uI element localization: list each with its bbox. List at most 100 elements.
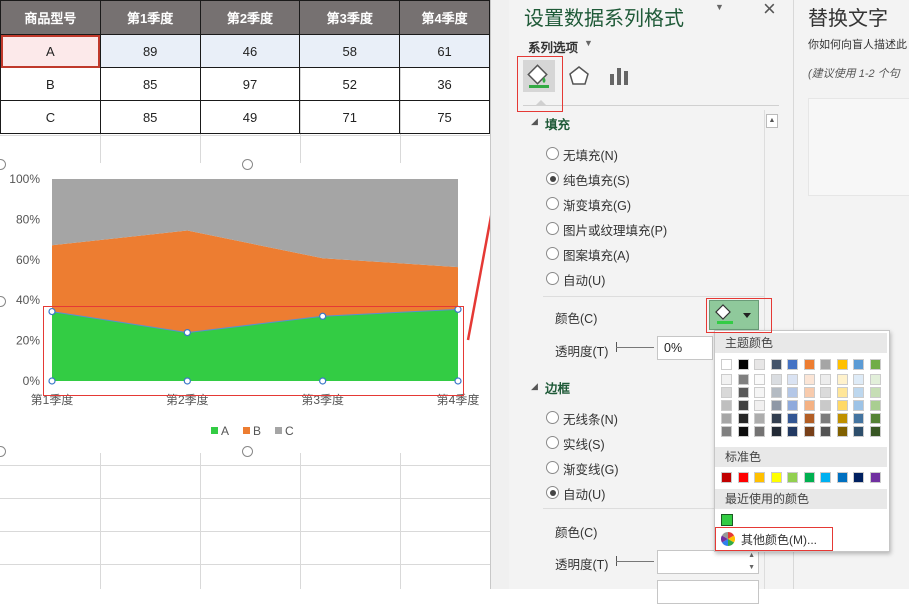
- radio-picture-fill[interactable]: [546, 222, 559, 235]
- close-icon[interactable]: ×: [763, 0, 776, 22]
- radio-solid-fill[interactable]: [546, 172, 559, 185]
- spinner-down-icon[interactable]: ▼: [748, 557, 755, 579]
- standard-color-swatch[interactable]: [820, 472, 831, 483]
- theme-color-swatch[interactable]: [770, 359, 782, 370]
- standard-color-swatch[interactable]: [721, 472, 732, 483]
- recent-color-swatch[interactable]: [721, 514, 733, 526]
- theme-color-swatch[interactable]: [869, 374, 881, 385]
- theme-color-swatch[interactable]: [836, 400, 848, 411]
- bar-chart-options-icon[interactable]: [607, 64, 631, 88]
- radio-automatic-fill[interactable]: [546, 272, 559, 285]
- theme-color-swatch[interactable]: [853, 426, 864, 437]
- theme-color-swatch[interactable]: [754, 413, 765, 424]
- theme-color-swatch[interactable]: [770, 400, 782, 411]
- option-automatic-fill[interactable]: 自动(U): [563, 270, 605, 289]
- standard-color-swatch[interactable]: [803, 472, 815, 483]
- theme-color-swatch[interactable]: [803, 387, 815, 398]
- theme-color-swatch[interactable]: [820, 413, 831, 424]
- theme-color-swatch[interactable]: [836, 426, 848, 437]
- transparency-slider[interactable]: [616, 347, 654, 348]
- theme-color-swatch[interactable]: [721, 359, 732, 370]
- standard-color-swatch[interactable]: [836, 472, 848, 483]
- theme-color-swatch[interactable]: [853, 374, 864, 385]
- theme-color-swatch[interactable]: [836, 359, 848, 370]
- theme-color-swatch[interactable]: [787, 413, 798, 424]
- theme-color-swatch[interactable]: [853, 359, 864, 370]
- theme-color-swatch[interactable]: [820, 387, 831, 398]
- option-solid-fill[interactable]: 纯色填充(S): [563, 170, 630, 189]
- collapse-triangle-icon[interactable]: ◢: [531, 381, 538, 392]
- radio-no-line[interactable]: [546, 411, 559, 424]
- chevron-down-icon[interactable]: ▼: [584, 38, 593, 48]
- pentagon-effects-icon[interactable]: [567, 64, 591, 88]
- option-gradient-line[interactable]: 渐变线(G): [563, 459, 619, 478]
- theme-color-swatch[interactable]: [770, 387, 782, 398]
- standard-color-swatch[interactable]: [787, 472, 798, 483]
- standard-color-swatch[interactable]: [754, 472, 765, 483]
- theme-color-swatch[interactable]: [853, 413, 864, 424]
- theme-color-swatch[interactable]: [820, 359, 831, 370]
- theme-color-swatch[interactable]: [869, 359, 881, 370]
- theme-color-swatch[interactable]: [737, 359, 749, 370]
- theme-color-swatch[interactable]: [787, 359, 798, 370]
- theme-color-swatch[interactable]: [737, 400, 749, 411]
- theme-color-swatch[interactable]: [853, 387, 864, 398]
- theme-color-swatch[interactable]: [787, 426, 798, 437]
- theme-color-swatch[interactable]: [737, 387, 749, 398]
- border-section-header[interactable]: 边框: [545, 378, 570, 397]
- theme-color-swatch[interactable]: [721, 400, 732, 411]
- theme-color-swatch[interactable]: [820, 400, 831, 411]
- theme-color-swatch[interactable]: [721, 374, 732, 385]
- theme-color-swatch[interactable]: [754, 400, 765, 411]
- transparency-input[interactable]: 0%: [657, 336, 713, 360]
- theme-color-swatch[interactable]: [754, 374, 765, 385]
- option-solid-line[interactable]: 实线(S): [563, 434, 605, 453]
- radio-solid-line[interactable]: [546, 436, 559, 449]
- theme-color-swatch[interactable]: [869, 400, 881, 411]
- theme-color-swatch[interactable]: [820, 426, 831, 437]
- radio-pattern-fill[interactable]: [546, 247, 559, 260]
- theme-color-swatch[interactable]: [770, 426, 782, 437]
- option-picture-fill[interactable]: 图片或纹理填充(P): [563, 220, 667, 239]
- pane-options-dropdown-icon[interactable]: ▼: [715, 2, 724, 12]
- theme-color-swatch[interactable]: [737, 413, 749, 424]
- theme-color-swatch[interactable]: [820, 374, 831, 385]
- alt-text-input[interactable]: [808, 98, 909, 196]
- theme-color-swatch[interactable]: [803, 374, 815, 385]
- radio-gradient-line[interactable]: [546, 461, 559, 474]
- radio-no-fill[interactable]: [546, 147, 559, 160]
- standard-color-swatch[interactable]: [869, 472, 881, 483]
- theme-color-swatch[interactable]: [754, 387, 765, 398]
- option-automatic-line[interactable]: 自动(U): [563, 484, 605, 503]
- theme-color-swatch[interactable]: [721, 426, 732, 437]
- theme-color-swatch[interactable]: [737, 426, 749, 437]
- theme-color-swatch[interactable]: [754, 426, 765, 437]
- border-transparency-slider[interactable]: [616, 561, 654, 562]
- option-pattern-fill[interactable]: 图案填充(A): [563, 245, 630, 264]
- standard-color-swatch[interactable]: [737, 472, 749, 483]
- border-width-input[interactable]: [657, 580, 759, 604]
- theme-color-swatch[interactable]: [803, 413, 815, 424]
- theme-color-swatch[interactable]: [721, 387, 732, 398]
- theme-color-swatch[interactable]: [737, 374, 749, 385]
- standard-color-swatch[interactable]: [770, 472, 782, 483]
- option-no-line[interactable]: 无线条(N): [563, 409, 618, 428]
- collapse-triangle-icon[interactable]: ◢: [531, 116, 538, 127]
- radio-gradient-fill[interactable]: [546, 197, 559, 210]
- pane-splitter[interactable]: [490, 0, 510, 589]
- theme-color-swatch[interactable]: [803, 359, 815, 370]
- theme-color-swatch[interactable]: [836, 387, 848, 398]
- option-gradient-fill[interactable]: 渐变填充(G): [563, 195, 631, 214]
- theme-color-swatch[interactable]: [869, 413, 881, 424]
- theme-color-swatch[interactable]: [853, 400, 864, 411]
- theme-color-swatch[interactable]: [754, 359, 765, 370]
- theme-color-swatch[interactable]: [869, 387, 881, 398]
- theme-color-swatch[interactable]: [721, 413, 732, 424]
- option-no-fill[interactable]: 无填充(N): [563, 145, 618, 164]
- border-transparency-input[interactable]: ▲ ▼: [657, 550, 759, 574]
- scroll-up-icon[interactable]: ▲: [766, 114, 778, 128]
- series-options-label[interactable]: 系列选项: [528, 37, 578, 56]
- theme-color-swatch[interactable]: [787, 387, 798, 398]
- fill-section-header[interactable]: 填充: [545, 114, 570, 133]
- radio-automatic-line[interactable]: [546, 486, 559, 499]
